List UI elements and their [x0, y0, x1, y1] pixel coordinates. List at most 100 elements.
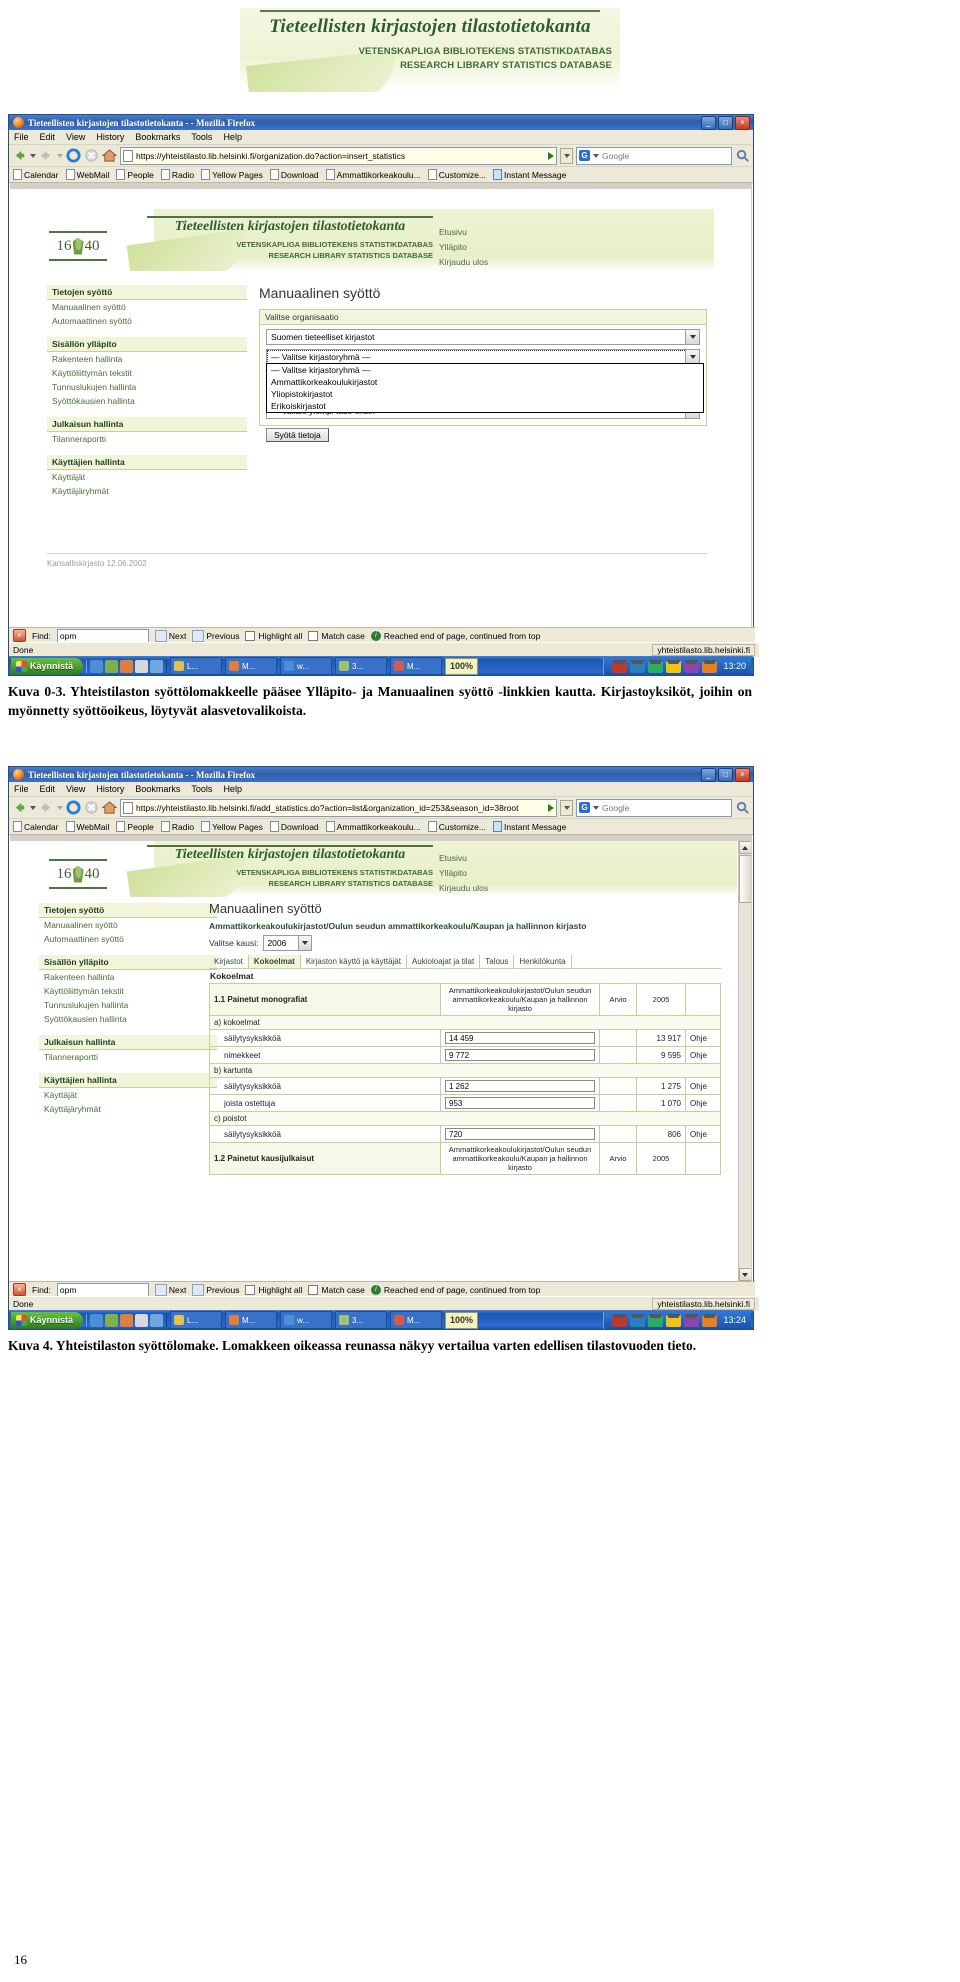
- close-find-icon[interactable]: ×: [13, 1283, 26, 1296]
- quick-launch-media-icon[interactable]: [135, 1313, 149, 1327]
- stop-icon[interactable]: [84, 800, 99, 815]
- quick-launch-ie-icon[interactable]: [90, 1313, 104, 1327]
- bookmark-webmail[interactable]: WebMail: [65, 169, 109, 180]
- stop-icon[interactable]: [84, 148, 99, 163]
- sidebar-item-kayttoliittyman-tekstit[interactable]: Käyttöliittymän tekstit: [47, 366, 247, 380]
- tray-icon[interactable]: [702, 1313, 718, 1327]
- start-button-2[interactable]: Käynnistä: [11, 1311, 84, 1329]
- search-engine-dropdown-icon[interactable]: [593, 805, 599, 810]
- tray-icon[interactable]: [666, 1313, 682, 1327]
- bookmark-radio[interactable]: Radio: [160, 169, 194, 180]
- minimize-button[interactable]: _: [701, 115, 716, 130]
- sidebar-item-rakenteen-hallinta[interactable]: Rakenteen hallinta: [47, 352, 247, 366]
- zoom-level-badge-1[interactable]: 100%: [445, 657, 479, 675]
- go-icon[interactable]: [548, 151, 554, 160]
- menu-bookmarks[interactable]: Bookmarks: [135, 784, 180, 794]
- sidebar-item-kayttajat[interactable]: Käyttäjät: [47, 470, 247, 484]
- highlight-all-checkbox-1[interactable]: Highlight all: [245, 630, 302, 641]
- nav-link-yllapito[interactable]: Ylläpito: [439, 866, 488, 881]
- bookmark-instant-message[interactable]: Instant Message: [493, 169, 566, 180]
- nav-link-etusivu[interactable]: Etusivu: [439, 225, 488, 240]
- search-bar-2[interactable]: G Google: [576, 798, 732, 817]
- quick-launch-explorer-icon[interactable]: [105, 659, 119, 673]
- maximize-button[interactable]: □: [718, 115, 733, 130]
- find-previous-button-1[interactable]: Previous: [192, 629, 239, 642]
- tab-henkilokunta[interactable]: Henkilökunta: [514, 955, 572, 968]
- find-previous-button-2[interactable]: Previous: [192, 1283, 239, 1296]
- highlight-all-checkbox-2[interactable]: Highlight all: [245, 1284, 302, 1295]
- dropdown-option-list[interactable]: — Valitse kirjastoryhmä — Ammattikorkeak…: [266, 363, 704, 413]
- go-icon[interactable]: [548, 803, 554, 812]
- tray-icon[interactable]: [666, 659, 682, 673]
- quick-launch-ie-icon[interactable]: [90, 659, 104, 673]
- tray-icon[interactable]: [648, 1313, 664, 1327]
- row-help-link[interactable]: Ohje: [685, 1094, 721, 1112]
- sidebar-item-kayttajaryhmat[interactable]: Käyttäjäryhmät: [39, 1102, 217, 1116]
- bookmark-people[interactable]: People: [116, 821, 154, 832]
- taskbar-item[interactable]: M...: [390, 657, 443, 675]
- url-bar-1[interactable]: https://yhteistilasto.lib.helsinki.fi/or…: [120, 146, 557, 165]
- close-button[interactable]: ×: [735, 115, 750, 130]
- tray-icon[interactable]: [630, 1313, 646, 1327]
- taskbar-item[interactable]: L...: [170, 1311, 223, 1329]
- url-history-dropdown[interactable]: [560, 799, 573, 816]
- quick-launch-media-icon[interactable]: [135, 659, 149, 673]
- sidebar-item-kayttoliittyman-tekstit[interactable]: Käyttöliittymän tekstit: [39, 984, 217, 998]
- bookmark-customize[interactable]: Customize...: [427, 169, 486, 180]
- select-organisaatio-top[interactable]: Suomen tieteelliset kirjastot: [266, 329, 700, 345]
- row-help-link[interactable]: Ohje: [685, 1046, 721, 1064]
- home-icon[interactable]: [102, 148, 117, 163]
- menu-view[interactable]: View: [66, 132, 85, 142]
- bookmark-download[interactable]: Download: [269, 169, 319, 180]
- sidebar-item-rakenteen-hallinta[interactable]: Rakenteen hallinta: [39, 970, 217, 984]
- tray-icon[interactable]: [612, 659, 628, 673]
- tray-icon[interactable]: [684, 1313, 700, 1327]
- match-case-checkbox-2[interactable]: Match case: [308, 1284, 365, 1295]
- tab-talous[interactable]: Talous: [480, 955, 515, 968]
- back-dropdown-icon[interactable]: [30, 153, 36, 158]
- quick-launch-firefox-icon[interactable]: [120, 659, 134, 673]
- sidebar-item-automaattinen-syotto[interactable]: Automaattinen syöttö: [47, 314, 247, 328]
- quick-launch-firefox-icon[interactable]: [120, 1313, 134, 1327]
- taskbar-item[interactable]: w...: [280, 657, 333, 675]
- close-find-icon[interactable]: ×: [13, 629, 26, 642]
- statistic-input[interactable]: 14 459: [445, 1032, 595, 1044]
- tab-aukioloajat-ja-tilat[interactable]: Aukioloajat ja tilat: [407, 955, 481, 968]
- statistic-input[interactable]: 9 772: [445, 1049, 595, 1061]
- statistic-input[interactable]: 720: [445, 1128, 595, 1140]
- nav-link-etusivu[interactable]: Etusivu: [439, 851, 488, 866]
- sidebar-item-tunnuslukujen-hallinta[interactable]: Tunnuslukujen hallinta: [39, 998, 217, 1012]
- season-select[interactable]: 2006: [263, 935, 313, 951]
- search-icon[interactable]: [735, 148, 750, 163]
- menu-edit[interactable]: Edit: [40, 132, 56, 142]
- find-next-button-1[interactable]: Next: [154, 629, 186, 642]
- find-next-button-2[interactable]: Next: [154, 1283, 186, 1296]
- bookmark-customize[interactable]: Customize...: [427, 821, 486, 832]
- dropdown-option-yliopistokirjastot[interactable]: Yliopistokirjastot: [267, 388, 703, 400]
- taskbar-item[interactable]: w...: [280, 1311, 333, 1329]
- bookmark-webmail[interactable]: WebMail: [65, 821, 109, 832]
- forward-icon[interactable]: [39, 800, 54, 815]
- bookmark-yellow-pages[interactable]: Yellow Pages: [201, 169, 263, 180]
- bookmark-download[interactable]: Download: [269, 821, 319, 832]
- menu-edit[interactable]: Edit: [40, 784, 56, 794]
- dropdown-option-valitse-kirjastoryhma[interactable]: — Valitse kirjastoryhmä —: [267, 364, 703, 376]
- tray-icon[interactable]: [684, 659, 700, 673]
- home-icon[interactable]: [102, 800, 117, 815]
- bookmark-ammattikorkeakoulu[interactable]: Ammattikorkeakoulu...: [325, 169, 421, 180]
- search-engine-dropdown-icon[interactable]: [593, 153, 599, 158]
- tray-icon[interactable]: [702, 659, 718, 673]
- scroll-up-icon[interactable]: [738, 841, 751, 854]
- sidebar-item-kayttajat[interactable]: Käyttäjät: [39, 1088, 217, 1102]
- sidebar-item-tilanneraportti[interactable]: Tilanneraportti: [47, 432, 247, 446]
- menu-history[interactable]: History: [96, 132, 124, 142]
- scroll-down-icon[interactable]: [738, 1268, 751, 1281]
- menu-view[interactable]: View: [66, 784, 85, 794]
- menu-tools[interactable]: Tools: [191, 784, 212, 794]
- forward-dropdown-icon[interactable]: [57, 153, 63, 158]
- find-input-1[interactable]: opm: [56, 628, 149, 643]
- dropdown-option-ammattikorkeakoulukirjastot[interactable]: Ammattikorkeakoulukirjastot: [267, 376, 703, 388]
- quick-launch-explorer-icon[interactable]: [105, 1313, 119, 1327]
- tray-icon[interactable]: [648, 659, 664, 673]
- sidebar-item-tunnuslukujen-hallinta[interactable]: Tunnuslukujen hallinta: [47, 380, 247, 394]
